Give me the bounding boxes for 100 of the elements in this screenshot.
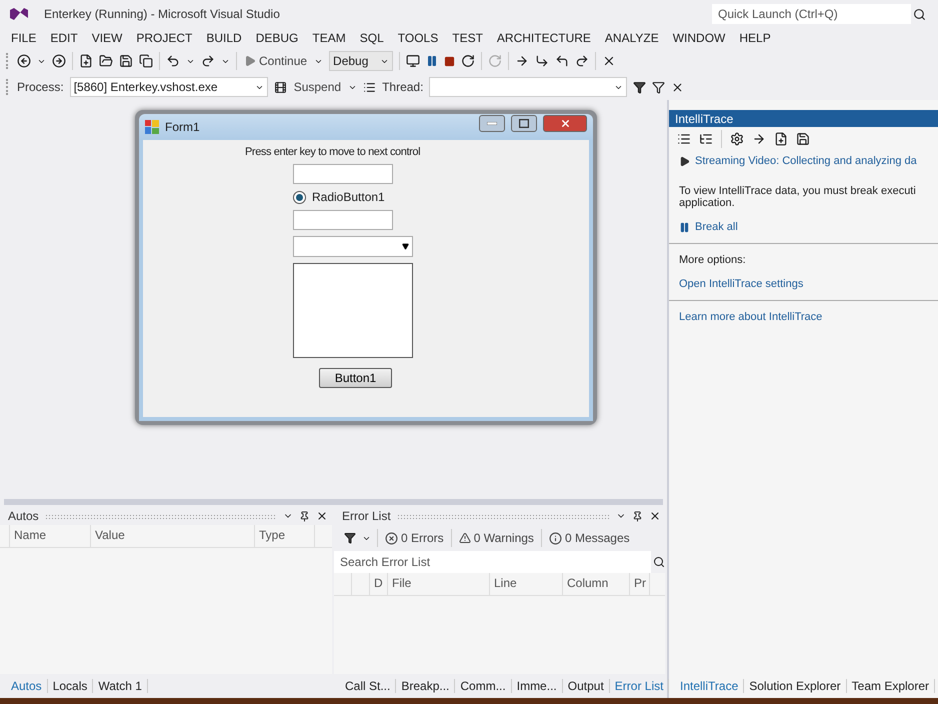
menu-item[interactable]: EDIT: [43, 31, 85, 45]
minimize-icon: [487, 122, 497, 124]
radio-indicator[interactable]: [293, 190, 306, 204]
column-header[interactable]: Name: [10, 525, 91, 547]
column-header[interactable]: D: [370, 573, 388, 595]
info-icon[interactable]: [548, 532, 562, 544]
search-icon[interactable]: [653, 556, 665, 568]
menu-item[interactable]: ARCHITECTURE: [490, 31, 598, 45]
menu-item[interactable]: BUILD: [199, 31, 249, 45]
forward-icon[interactable]: [52, 54, 66, 68]
video-icon[interactable]: [679, 156, 690, 166]
panel-tab[interactable]: Locals: [48, 679, 94, 693]
panel-tab[interactable]: Team Explorer: [846, 679, 936, 693]
section-label: More options:: [679, 254, 747, 266]
stop-icon[interactable]: [444, 56, 456, 66]
form-button[interactable]: Button1: [319, 368, 392, 388]
settings-icon[interactable]: [730, 132, 744, 146]
filter-icon[interactable]: [344, 532, 356, 544]
list-icon[interactable]: [677, 132, 691, 146]
panel-tab[interactable]: Imme...: [512, 679, 563, 693]
back-icon[interactable]: [17, 54, 31, 68]
search-icon[interactable]: [913, 8, 926, 20]
maximize-button[interactable]: [511, 114, 537, 132]
text-field[interactable]: [293, 164, 393, 184]
open-folder-icon[interactable]: [99, 54, 113, 68]
learn-more-link[interactable]: Learn more about IntelliTrace: [679, 311, 938, 323]
step-over-icon[interactable]: [555, 54, 570, 68]
list-box[interactable]: [293, 263, 413, 358]
clear-filter-icon[interactable]: [671, 80, 684, 94]
error-icon[interactable]: [385, 532, 398, 544]
menu-item[interactable]: PROJECT: [129, 31, 200, 45]
warnings-filter[interactable]: 0 Warnings: [458, 530, 535, 546]
settings-link[interactable]: Open IntelliTrace settings: [679, 278, 938, 290]
save-icon[interactable]: [796, 132, 810, 146]
instruction-label: Press enter key to move to next control: [245, 146, 420, 158]
quick-launch-field[interactable]: Quick Launch (Ctrl+Q): [712, 4, 911, 24]
menu-item[interactable]: SQL: [352, 31, 391, 45]
column-header[interactable]: Column: [563, 573, 630, 595]
pin-icon[interactable]: [299, 510, 310, 522]
panel-title: IntelliTrace: [675, 112, 734, 126]
panel-tab[interactable]: Watch 1: [93, 679, 148, 693]
panel-tab[interactable]: Solution Explorer: [744, 679, 847, 693]
panel-tab[interactable]: IntelliTrace: [675, 679, 744, 693]
panel-tab[interactable]: Autos: [6, 679, 48, 693]
close-icon[interactable]: [316, 510, 328, 522]
step-out-icon[interactable]: [575, 54, 590, 68]
warning-icon[interactable]: [458, 532, 471, 544]
redo-icon[interactable]: [201, 54, 215, 68]
menu-item[interactable]: DEBUG: [248, 31, 306, 45]
menu-item[interactable]: VIEW: [84, 31, 130, 45]
menu-item[interactable]: ANALYZE: [598, 31, 666, 45]
menu-item[interactable]: TEAM: [305, 31, 353, 45]
filter-icon[interactable]: [633, 80, 646, 94]
new-file-icon[interactable]: [79, 54, 93, 68]
panel-tab[interactable]: Output: [562, 679, 610, 693]
pause-icon[interactable]: [426, 55, 438, 67]
suspend-icon[interactable]: [274, 80, 287, 94]
panel-tab[interactable]: Comm...: [455, 679, 512, 693]
configuration-dropdown[interactable]: Debug: [329, 51, 394, 71]
save-all-icon[interactable]: [139, 54, 153, 68]
menu-item[interactable]: FILE: [4, 31, 44, 45]
tree-list-icon[interactable]: [699, 132, 713, 146]
minimize-button[interactable]: [479, 114, 505, 132]
process-label: Process:: [17, 80, 64, 94]
video-link[interactable]: Streaming Video: Collecting and analyzing da: [679, 155, 938, 167]
process-dropdown[interactable]: [5860] Enterkey.vshost.exe: [70, 77, 268, 97]
column-header[interactable]: Value: [91, 525, 255, 547]
continue-button[interactable]: Continue: [243, 53, 308, 69]
pin-icon[interactable]: [632, 510, 643, 522]
suspend-button[interactable]: Suspend: [292, 79, 342, 95]
break-all-link[interactable]: Break all: [679, 221, 938, 233]
panel-tab[interactable]: Call St...: [340, 679, 396, 693]
panel-title: Autos: [8, 509, 39, 523]
file-icon[interactable]: [774, 132, 788, 146]
menu-item[interactable]: TOOLS: [390, 31, 446, 45]
menu-item[interactable]: TEST: [445, 31, 490, 45]
column-header[interactable]: Pr: [630, 573, 650, 595]
play-icon[interactable]: [244, 55, 256, 67]
column-header[interactable]: Line: [490, 573, 563, 595]
panel-tab[interactable]: Breakp...: [396, 679, 456, 693]
pause-icon[interactable]: [679, 222, 690, 232]
menu-item[interactable]: WINDOW: [666, 31, 732, 45]
column-header[interactable]: Type: [255, 525, 315, 547]
column-header[interactable]: File: [388, 573, 490, 595]
step-into-icon[interactable]: [535, 54, 550, 68]
undo-icon[interactable]: [166, 54, 180, 68]
menu-item[interactable]: HELP: [732, 31, 778, 45]
radio-button[interactable]: RadioButton1: [293, 190, 385, 204]
close-icon[interactable]: [649, 510, 661, 522]
thread-icon[interactable]: [363, 80, 376, 94]
next-statement-icon[interactable]: [515, 54, 530, 68]
save-icon[interactable]: [119, 54, 133, 68]
errors-filter[interactable]: 0 Errors: [384, 530, 445, 546]
search-field[interactable]: Search Error List: [334, 551, 651, 573]
arrow-icon[interactable]: [752, 132, 766, 146]
messages-filter[interactable]: 0 Messages: [548, 530, 631, 546]
process-icon[interactable]: [406, 54, 420, 68]
restart-icon[interactable]: [461, 54, 476, 68]
text-field[interactable]: [293, 210, 393, 230]
close-button[interactable]: [543, 114, 587, 132]
